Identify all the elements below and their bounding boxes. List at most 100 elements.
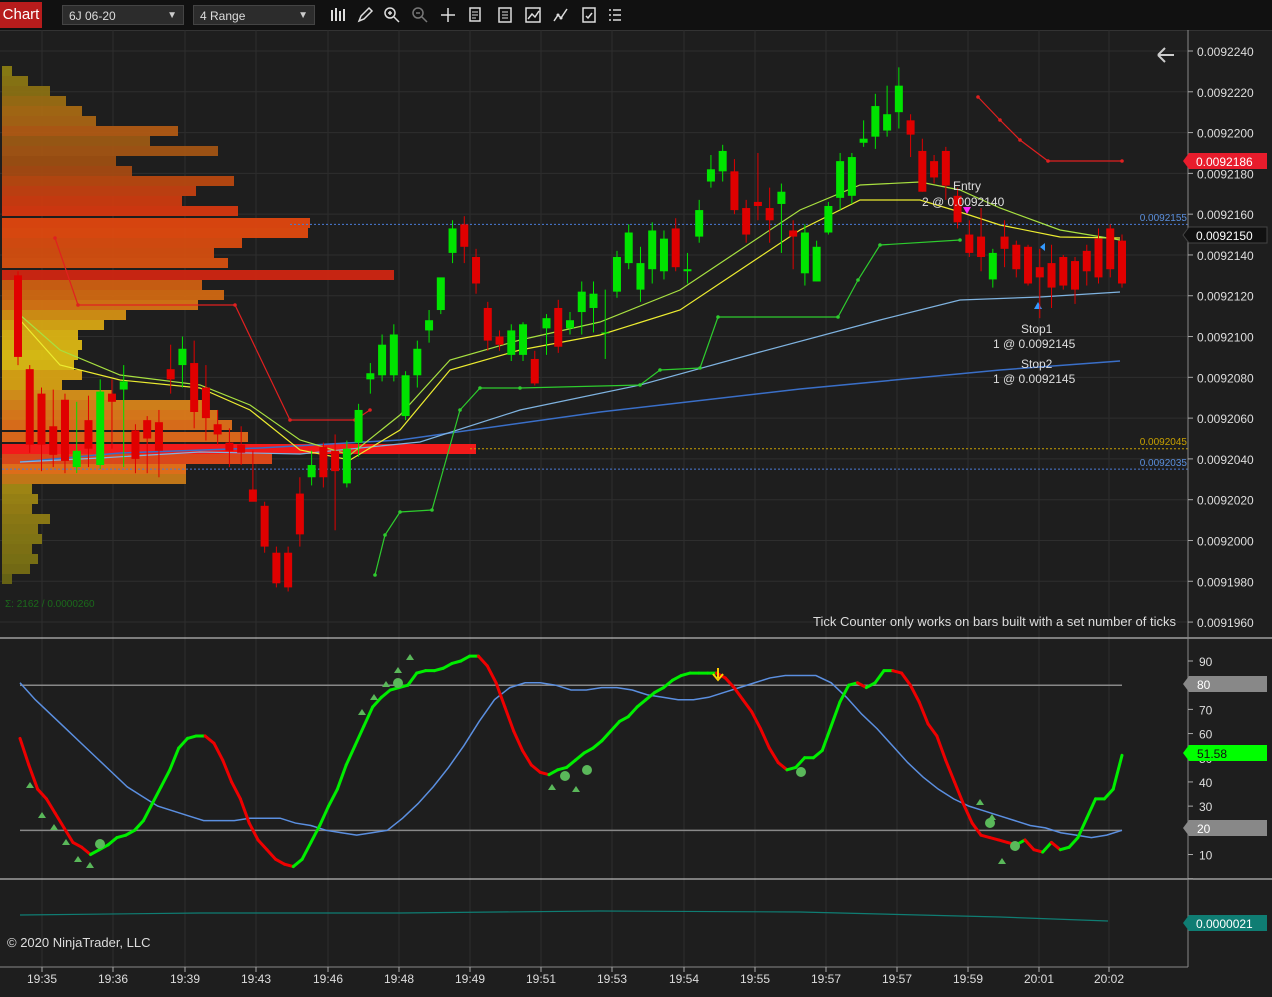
bar-type-selector[interactable]: 4 Range ▼ xyxy=(193,5,315,25)
osc-signal-triangle xyxy=(382,681,390,687)
candle-body xyxy=(930,161,939,178)
candle-body xyxy=(448,228,457,253)
candle-body xyxy=(965,234,974,253)
volume-profile-bar xyxy=(2,116,96,126)
osc-main-segment xyxy=(626,705,639,719)
osc-main-segment xyxy=(1085,797,1098,820)
osc-main-segment xyxy=(512,729,525,752)
osc-main-segment xyxy=(829,700,842,728)
trailing-stop-dot xyxy=(373,573,377,577)
trailing-stop-long xyxy=(374,239,961,576)
candle-body xyxy=(507,330,516,355)
osc-cross-dot xyxy=(796,767,806,777)
osc-tick-label: 70 xyxy=(1199,703,1213,717)
oversold-label: 20 xyxy=(1197,822,1211,836)
candle-body xyxy=(143,420,152,439)
chevron-down-icon: ▼ xyxy=(298,10,308,21)
candle-body xyxy=(225,442,234,451)
osc-cross-dot xyxy=(95,839,105,849)
osc-main-segment xyxy=(662,678,674,690)
oscillator-current-tag: 51.58 xyxy=(1183,745,1267,761)
osc-main-segment xyxy=(265,848,278,861)
price-tick-label: 0.0092240 xyxy=(1197,45,1254,59)
candle-body xyxy=(1047,263,1056,288)
candle-body xyxy=(460,224,469,247)
volume-profile-bar xyxy=(2,514,50,524)
osc-main-segment xyxy=(741,698,754,714)
osc-main-segment xyxy=(732,686,745,702)
candle-body xyxy=(789,230,798,237)
price-tick-label: 0.0092000 xyxy=(1197,534,1254,548)
osc-main-segment xyxy=(150,785,163,806)
indicators-icon[interactable] xyxy=(524,6,542,24)
trailing-stop-dot xyxy=(430,508,434,512)
volume-profile-bar xyxy=(2,196,182,206)
osc-main-segment xyxy=(582,746,595,755)
osc-tick-label: 60 xyxy=(1199,728,1213,742)
time-label: 20:02 xyxy=(1094,972,1124,986)
candle-body xyxy=(413,348,422,376)
price-tick-label: 0.0092100 xyxy=(1197,331,1254,345)
data-box-icon[interactable] xyxy=(467,6,485,24)
instrument-selector[interactable]: 6J 06-20 ▼ xyxy=(62,5,184,25)
osc-main-segment xyxy=(476,654,489,668)
osc-main-segment xyxy=(503,705,516,733)
back-arrow-icon[interactable] xyxy=(1157,47,1174,63)
volume-profile-bar xyxy=(2,494,38,504)
chart-canvas[interactable]: 19:35 19:36 19:39 19:43 19:46 19:48 19:49 19:51… xyxy=(0,30,1272,997)
osc-main-segment xyxy=(1023,838,1036,852)
osc-main-segment xyxy=(441,661,454,670)
strategies-icon[interactable] xyxy=(552,6,570,24)
candle-body xyxy=(49,426,58,455)
draw-icon[interactable] xyxy=(356,6,374,24)
osc-main-segment xyxy=(670,674,683,682)
osc-main-segment xyxy=(230,780,242,801)
chart-toolbar: Chart 6J 06-20 ▼ 4 Range ▼ xyxy=(0,0,1272,31)
osc-main-segment xyxy=(494,681,507,709)
trailing-stop-dot xyxy=(458,408,462,412)
osc-signal-triangle xyxy=(406,654,414,660)
bar-type-icon[interactable] xyxy=(329,6,347,24)
zoom-out-icon[interactable] xyxy=(411,6,429,24)
candle-body xyxy=(612,256,621,292)
osc-main-segment xyxy=(759,727,771,750)
osc-signal-triangle xyxy=(572,786,580,792)
zoom-in-icon[interactable] xyxy=(383,6,401,24)
trailing-stop-dot xyxy=(368,408,372,412)
candle-body xyxy=(401,375,410,417)
volume-profile-bar xyxy=(2,330,78,340)
volume-profile-bar xyxy=(2,76,28,86)
candle-body xyxy=(577,291,586,313)
osc-cross-dot xyxy=(393,678,403,688)
volume-profile-bar xyxy=(2,504,32,514)
chart-tab[interactable]: Chart xyxy=(0,2,42,28)
osc-main-segment xyxy=(177,736,190,750)
properties-icon[interactable] xyxy=(496,6,514,24)
menu-icon[interactable] xyxy=(606,6,624,24)
osc-main-segment xyxy=(406,671,419,687)
osc-main-segment xyxy=(1111,753,1124,791)
candle-body xyxy=(1071,261,1080,290)
osc-main-segment xyxy=(811,748,824,760)
templates-icon[interactable] xyxy=(580,6,598,24)
candle-body xyxy=(883,114,892,131)
candle-body xyxy=(554,307,563,347)
volume-profile-bar xyxy=(2,270,394,280)
trailing-stop-dot xyxy=(53,236,57,240)
candle-body xyxy=(671,228,680,268)
price-tick-label: 0.0092040 xyxy=(1197,453,1254,467)
osc-main-segment xyxy=(71,840,84,849)
entry-label: Entry xyxy=(953,179,981,193)
volume-profile-bar xyxy=(2,484,32,494)
trailing-stop-dot xyxy=(658,368,662,372)
osc-main-segment xyxy=(44,797,57,815)
osc-main-segment xyxy=(327,787,339,808)
osc-main-segment xyxy=(573,751,586,762)
osc-main-segment xyxy=(900,671,912,687)
volume-profile-bar xyxy=(2,146,218,156)
candle-body xyxy=(213,424,222,435)
osc-tick-label: 30 xyxy=(1199,800,1213,814)
copyright: © 2020 NinjaTrader, LLC xyxy=(7,935,151,950)
crosshair-icon[interactable] xyxy=(439,6,457,24)
osc-main-segment xyxy=(908,683,921,704)
